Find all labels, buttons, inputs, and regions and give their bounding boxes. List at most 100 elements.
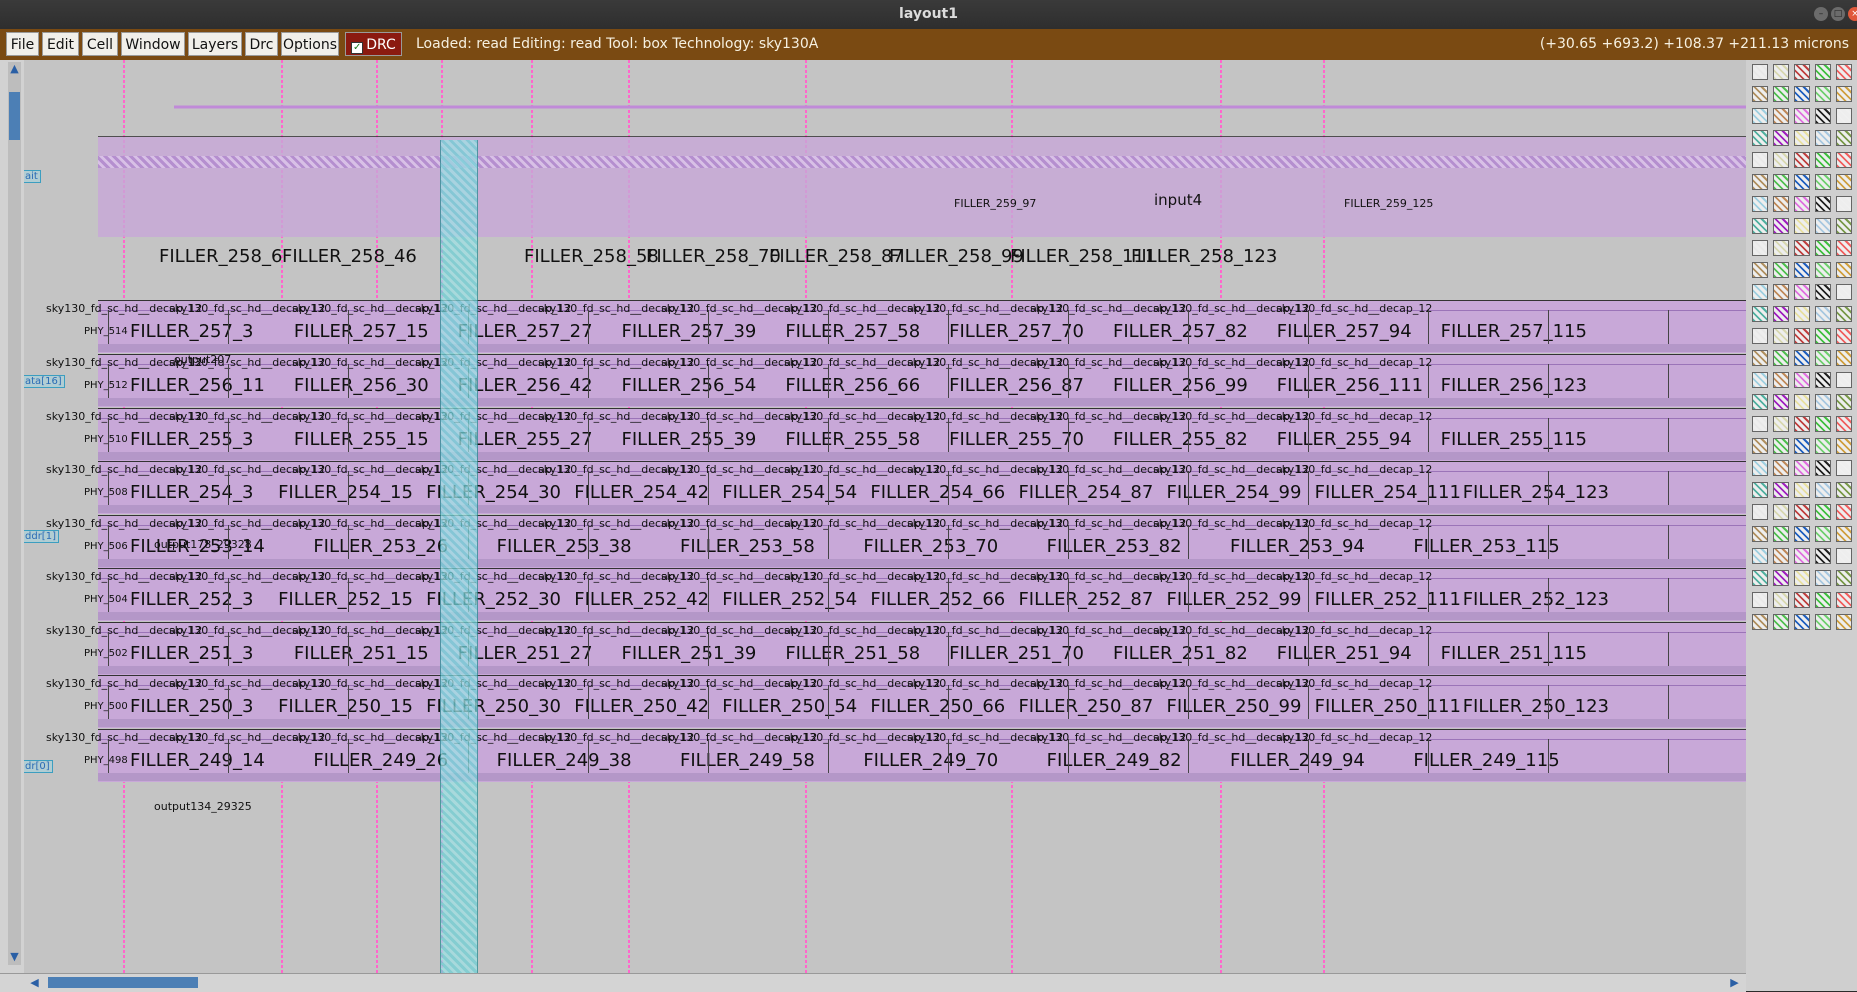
layer-swatch[interactable] <box>1836 482 1852 498</box>
layer-swatch[interactable] <box>1752 262 1768 278</box>
layer-swatch[interactable] <box>1836 64 1852 80</box>
menu-window[interactable]: Window <box>121 32 185 56</box>
layout-canvas[interactable]: FILLER_258_6 FILLER_258_46 FILLER_258_58 FI… <box>24 60 1746 973</box>
layer-swatch[interactable] <box>1752 372 1768 388</box>
layer-swatch[interactable] <box>1794 548 1810 564</box>
layer-swatch[interactable] <box>1815 196 1831 212</box>
layer-swatch[interactable] <box>1836 504 1852 520</box>
layer-swatch[interactable] <box>1815 130 1831 146</box>
menu-file[interactable]: File <box>6 32 39 56</box>
layer-swatch[interactable] <box>1815 328 1831 344</box>
layer-swatch[interactable] <box>1794 504 1810 520</box>
layer-swatch[interactable] <box>1815 174 1831 190</box>
layer-swatch[interactable] <box>1773 438 1789 454</box>
layer-swatch[interactable] <box>1794 218 1810 234</box>
layer-swatch[interactable] <box>1836 218 1852 234</box>
layer-swatch[interactable] <box>1794 306 1810 322</box>
layer-swatch[interactable] <box>1815 394 1831 410</box>
layer-swatch[interactable] <box>1773 262 1789 278</box>
layer-swatch[interactable] <box>1773 482 1789 498</box>
layer-swatch[interactable] <box>1794 284 1810 300</box>
menu-cell[interactable]: Cell <box>82 32 118 56</box>
layer-swatch[interactable] <box>1773 592 1789 608</box>
layer-swatch[interactable] <box>1773 284 1789 300</box>
scroll-down-icon[interactable]: ▼ <box>8 950 21 964</box>
layer-swatch[interactable] <box>1752 306 1768 322</box>
layer-swatch[interactable] <box>1752 438 1768 454</box>
layer-swatch[interactable] <box>1836 372 1852 388</box>
layer-swatch[interactable] <box>1752 504 1768 520</box>
layer-swatch[interactable] <box>1815 614 1831 630</box>
layer-swatch[interactable] <box>1815 570 1831 586</box>
layer-swatch[interactable] <box>1836 438 1852 454</box>
layer-swatch[interactable] <box>1752 328 1768 344</box>
layer-swatch[interactable] <box>1794 614 1810 630</box>
horizontal-scroll-thumb[interactable] <box>48 977 198 988</box>
horizontal-scrollbar[interactable]: ◀ ▶ <box>0 973 1746 992</box>
layer-swatch[interactable] <box>1815 438 1831 454</box>
layer-swatch[interactable] <box>1794 108 1810 124</box>
layer-swatch[interactable] <box>1815 108 1831 124</box>
vertical-scrollbar[interactable]: ▲ ▼ <box>8 62 21 965</box>
layer-swatch[interactable] <box>1752 614 1768 630</box>
layer-swatch[interactable] <box>1836 174 1852 190</box>
layer-swatch[interactable] <box>1773 350 1789 366</box>
layer-swatch[interactable] <box>1773 416 1789 432</box>
menu-edit[interactable]: Edit <box>42 32 79 56</box>
layer-swatch[interactable] <box>1836 130 1852 146</box>
layer-swatch[interactable] <box>1773 614 1789 630</box>
layer-swatch[interactable] <box>1773 108 1789 124</box>
layer-swatch[interactable] <box>1773 328 1789 344</box>
layer-swatch[interactable] <box>1752 130 1768 146</box>
layer-swatch[interactable] <box>1773 130 1789 146</box>
layer-swatch[interactable] <box>1773 372 1789 388</box>
layer-swatch[interactable] <box>1773 394 1789 410</box>
menu-options[interactable]: Options <box>281 32 339 56</box>
layer-swatch[interactable] <box>1815 460 1831 476</box>
layer-swatch[interactable] <box>1752 526 1768 542</box>
layer-swatch[interactable] <box>1794 592 1810 608</box>
layer-swatch[interactable] <box>1773 548 1789 564</box>
layer-swatch[interactable] <box>1815 262 1831 278</box>
layer-swatch[interactable] <box>1836 526 1852 542</box>
layer-swatch[interactable] <box>1773 240 1789 256</box>
layer-swatch[interactable] <box>1836 394 1852 410</box>
layer-swatch[interactable] <box>1794 130 1810 146</box>
layer-swatch[interactable] <box>1836 262 1852 278</box>
layer-swatch[interactable] <box>1836 460 1852 476</box>
layer-swatch[interactable] <box>1773 504 1789 520</box>
layer-swatch[interactable] <box>1836 240 1852 256</box>
layer-swatch[interactable] <box>1773 306 1789 322</box>
layer-swatch[interactable] <box>1815 152 1831 168</box>
layer-swatch[interactable] <box>1815 416 1831 432</box>
layer-swatch[interactable] <box>1836 328 1852 344</box>
layer-swatch[interactable] <box>1752 174 1768 190</box>
layer-swatch[interactable] <box>1836 108 1852 124</box>
scroll-right-icon[interactable]: ▶ <box>1728 976 1741 990</box>
layer-swatch[interactable] <box>1773 526 1789 542</box>
layer-swatch[interactable] <box>1815 64 1831 80</box>
layer-swatch[interactable] <box>1836 350 1852 366</box>
layer-swatch[interactable] <box>1752 218 1768 234</box>
layer-swatch[interactable] <box>1752 64 1768 80</box>
menu-drc[interactable]: Drc <box>245 32 278 56</box>
layer-swatch[interactable] <box>1773 570 1789 586</box>
layer-swatch[interactable] <box>1815 240 1831 256</box>
layer-swatch[interactable] <box>1836 592 1852 608</box>
layer-swatch[interactable] <box>1794 174 1810 190</box>
layer-swatch[interactable] <box>1815 592 1831 608</box>
drc-toggle[interactable]: ✓ DRC <box>345 32 402 56</box>
layer-swatch[interactable] <box>1794 240 1810 256</box>
layer-swatch[interactable] <box>1752 196 1768 212</box>
layer-swatch[interactable] <box>1752 284 1768 300</box>
layer-swatch[interactable] <box>1773 174 1789 190</box>
layer-swatch[interactable] <box>1773 196 1789 212</box>
layer-swatch[interactable] <box>1773 460 1789 476</box>
minimize-icon[interactable]: – <box>1814 7 1828 21</box>
layer-swatch[interactable] <box>1815 306 1831 322</box>
layer-swatch[interactable] <box>1836 614 1852 630</box>
layer-swatch[interactable] <box>1773 86 1789 102</box>
layer-swatch[interactable] <box>1836 548 1852 564</box>
vertical-scroll-thumb[interactable] <box>9 92 20 140</box>
layer-swatch[interactable] <box>1794 328 1810 344</box>
